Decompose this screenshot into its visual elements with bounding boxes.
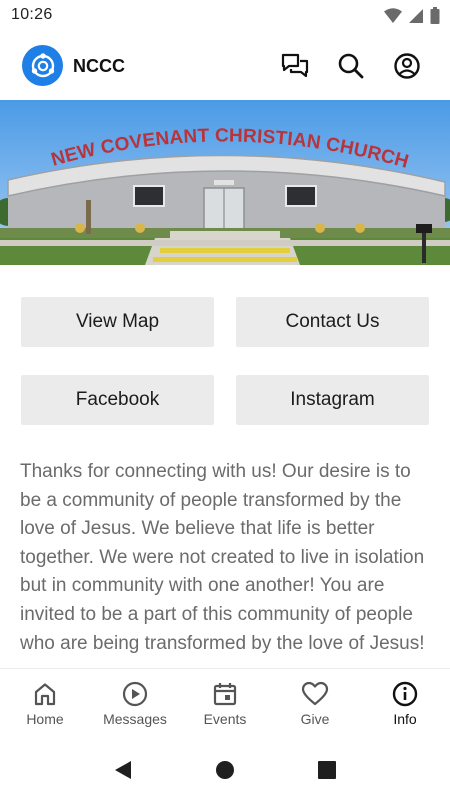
back-icon[interactable]	[113, 759, 133, 781]
bottom-nav: Home Messages Events Give Info	[0, 668, 450, 740]
status-icons	[384, 7, 440, 24]
nav-item-give[interactable]: Give	[270, 669, 360, 740]
description-container[interactable]: Thanks for connecting with us! Our desir…	[20, 458, 432, 668]
nav-label-messages: Messages	[103, 711, 167, 727]
status-bar: 10:26	[0, 0, 450, 30]
heart-icon	[301, 681, 329, 706]
nav-label-info: Info	[393, 711, 417, 727]
view-map-button[interactable]: View Map	[21, 297, 214, 347]
home-circle-icon[interactable]	[215, 760, 235, 780]
instagram-button[interactable]: Instagram	[236, 375, 429, 425]
nav-label-home: Home	[26, 711, 64, 727]
description-text: Thanks for connecting with us! Our desir…	[20, 461, 425, 654]
chat-icon	[281, 53, 309, 78]
church-hero-image: NEW COVENANT CHRISTIAN CHURCH	[0, 100, 450, 265]
nav-item-messages[interactable]: Messages	[90, 669, 180, 740]
nav-item-info[interactable]: Info	[360, 669, 450, 740]
home-icon	[34, 683, 56, 706]
recents-icon[interactable]	[317, 760, 337, 780]
system-nav	[0, 745, 450, 795]
chat-button[interactable]	[280, 51, 310, 81]
calendar-icon	[213, 683, 237, 706]
status-time: 10:26	[11, 6, 53, 23]
battery-icon	[430, 7, 440, 24]
logo-icon	[31, 52, 54, 77]
signal-icon	[409, 8, 423, 23]
facebook-button[interactable]: Facebook	[21, 375, 214, 425]
app-actions	[280, 51, 422, 81]
wifi-icon	[384, 7, 402, 23]
nav-label-events: Events	[203, 711, 247, 727]
nav-item-events[interactable]: Events	[180, 669, 270, 740]
play-circle-icon	[122, 681, 148, 707]
nav-label-give: Give	[300, 711, 330, 727]
nav-item-home[interactable]: Home	[0, 669, 90, 740]
search-button[interactable]	[336, 51, 366, 81]
app-title: NCCC	[73, 56, 125, 76]
account-icon	[394, 53, 420, 79]
search-icon	[338, 53, 364, 79]
contact-us-button[interactable]: Contact Us	[236, 297, 429, 347]
account-button[interactable]	[392, 51, 422, 81]
church-logo[interactable]	[22, 45, 63, 86]
info-icon	[392, 681, 418, 707]
app-bar: NCCC	[0, 38, 450, 94]
